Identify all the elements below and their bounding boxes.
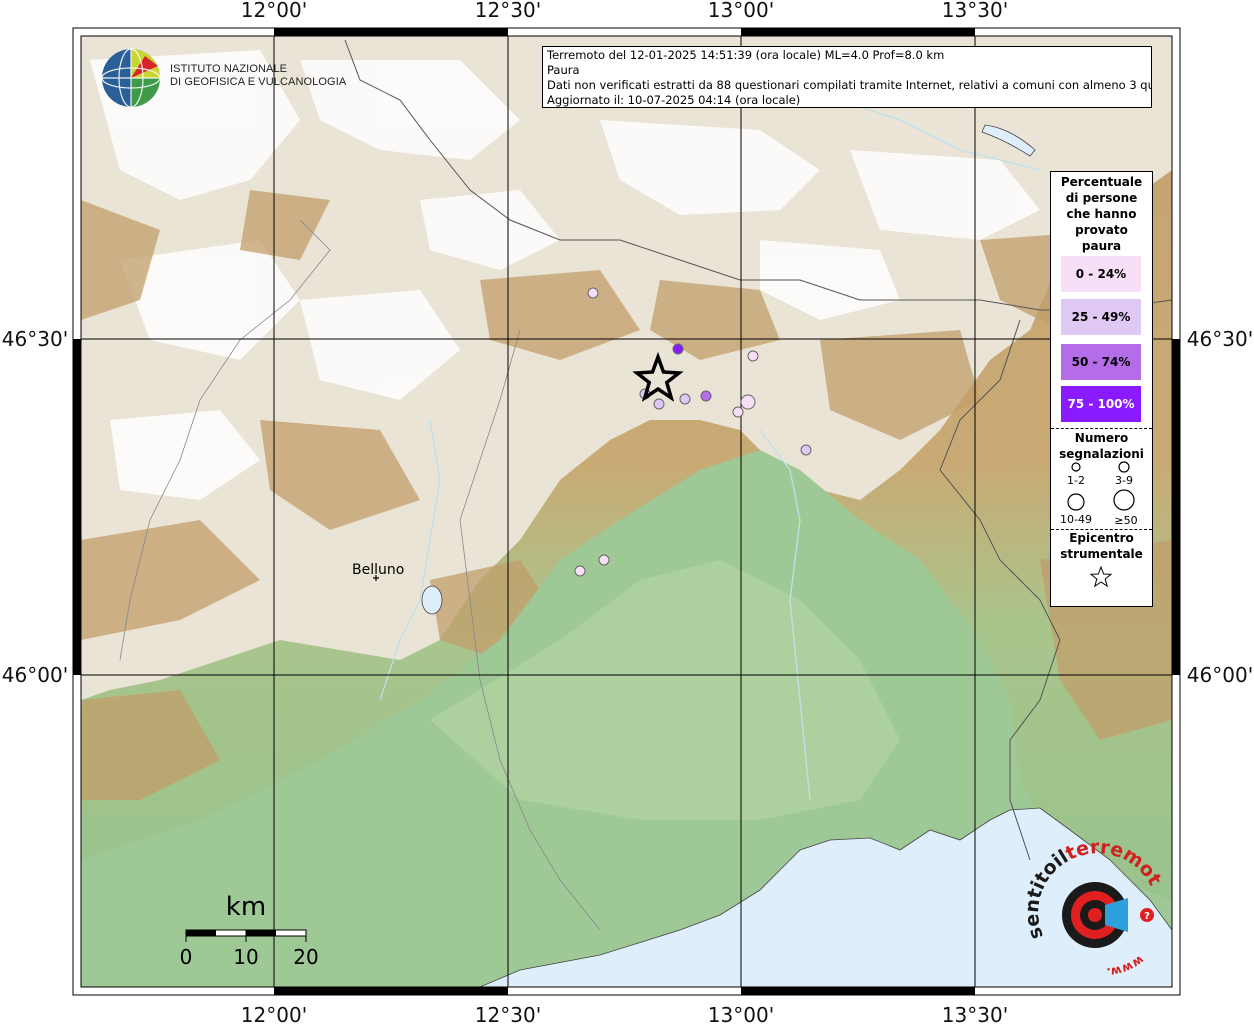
legend-class-2: 50 - 74%	[1061, 344, 1141, 380]
ingv-logo-text: ISTITUTO NAZIONALE DI GEOFISICA E VULCAN…	[170, 63, 346, 89]
legend-class-0: 0 - 24%	[1061, 256, 1141, 292]
city-label: Belluno	[352, 562, 405, 578]
logo-line-1: ISTITUTO NAZIONALE	[170, 63, 288, 75]
svg-text:?: ?	[1144, 911, 1150, 922]
legend-panel: Percentuale di persone che hanno provato…	[1050, 171, 1153, 607]
scale-label: 0	[180, 945, 193, 969]
ingv-logo-icon	[101, 48, 161, 108]
lon-label: 13°30'	[942, 1003, 1008, 1024]
count-label: 1-2	[1067, 474, 1085, 487]
count-symbol-icon	[1113, 489, 1135, 511]
data-note-line: Dati non verificati estratti da 88 quest…	[547, 78, 1152, 92]
report-point[interactable]	[587, 287, 599, 299]
report-point[interactable]	[700, 390, 712, 402]
felt-report-map: 12°00' 12°30' 13°00' 13°30' 12°00' 12°30…	[0, 0, 1254, 1027]
lake-santa-croce	[421, 585, 443, 615]
report-point[interactable]	[732, 406, 744, 418]
map-area	[81, 36, 1172, 987]
lon-label: 13°30'	[942, 0, 1008, 22]
count-symbol-icon	[1118, 461, 1130, 473]
event-line: Terremoto del 12-01-2025 14:51:39 (ora l…	[547, 48, 945, 62]
report-point[interactable]	[747, 350, 759, 362]
scale-unit: km	[226, 892, 266, 922]
map-type-line: Paura	[547, 63, 580, 77]
legend-class-label: 0 - 24%	[1075, 267, 1127, 281]
legend-epicenter-star-icon	[1089, 565, 1113, 588]
legend-class-label: 75 - 100%	[1067, 397, 1135, 411]
lat-label: 46°00'	[1187, 663, 1253, 687]
lon-label: 13°00'	[708, 0, 774, 22]
longitude-labels-top: 12°00' 12°30' 13°00' 13°30'	[241, 0, 1008, 22]
legend-class-3: 75 - 100%	[1061, 386, 1141, 422]
event-info-box: Terremoto del 12-01-2025 14:51:39 (ora l…	[542, 46, 1152, 108]
count-label: ≥50	[1114, 514, 1138, 527]
longitude-labels-bottom: 12°00' 12°30' 13°00' 13°30'	[241, 1003, 1008, 1027]
lat-label: 46°00'	[2, 663, 68, 687]
scale-label: 20	[293, 945, 318, 969]
legend-class-1: 25 - 49%	[1061, 299, 1141, 335]
report-point[interactable]	[800, 444, 812, 456]
count-label: 10-49	[1060, 513, 1092, 526]
count-symbol-icon	[1067, 493, 1085, 511]
count-label: 3-9	[1115, 474, 1133, 487]
count-symbol-icon	[1071, 462, 1081, 472]
legend-epicenter-title: Epicentro strumentale	[1060, 531, 1143, 561]
lon-label: 12°30'	[475, 0, 541, 22]
update-line: Aggiornato il: 10-07-2025 04:14 (ora loc…	[547, 93, 801, 107]
report-point[interactable]	[653, 398, 665, 410]
report-point[interactable]	[740, 394, 756, 410]
legend-title: Percentuale di persone che hanno provato…	[1060, 175, 1143, 253]
report-point[interactable]	[598, 554, 610, 566]
lon-label: 12°00'	[241, 1003, 307, 1024]
lat-label: 46°30'	[1187, 327, 1253, 351]
lat-label: 46°30'	[2, 327, 68, 351]
logo-line-2: DI GEOFISICA E VULCANOLOGIA	[170, 76, 347, 88]
scale-label: 10	[233, 945, 258, 969]
report-point[interactable]	[672, 343, 684, 355]
legend-class-label: 50 - 74%	[1071, 355, 1131, 369]
lon-label: 13°00'	[708, 1003, 774, 1024]
legend-class-label: 25 - 49%	[1071, 310, 1131, 324]
lon-label: 12°30'	[475, 1003, 541, 1024]
lon-label: 12°00'	[241, 0, 307, 22]
report-point[interactable]	[679, 393, 691, 405]
report-point[interactable]	[574, 565, 586, 577]
legend-divider	[1051, 428, 1152, 429]
